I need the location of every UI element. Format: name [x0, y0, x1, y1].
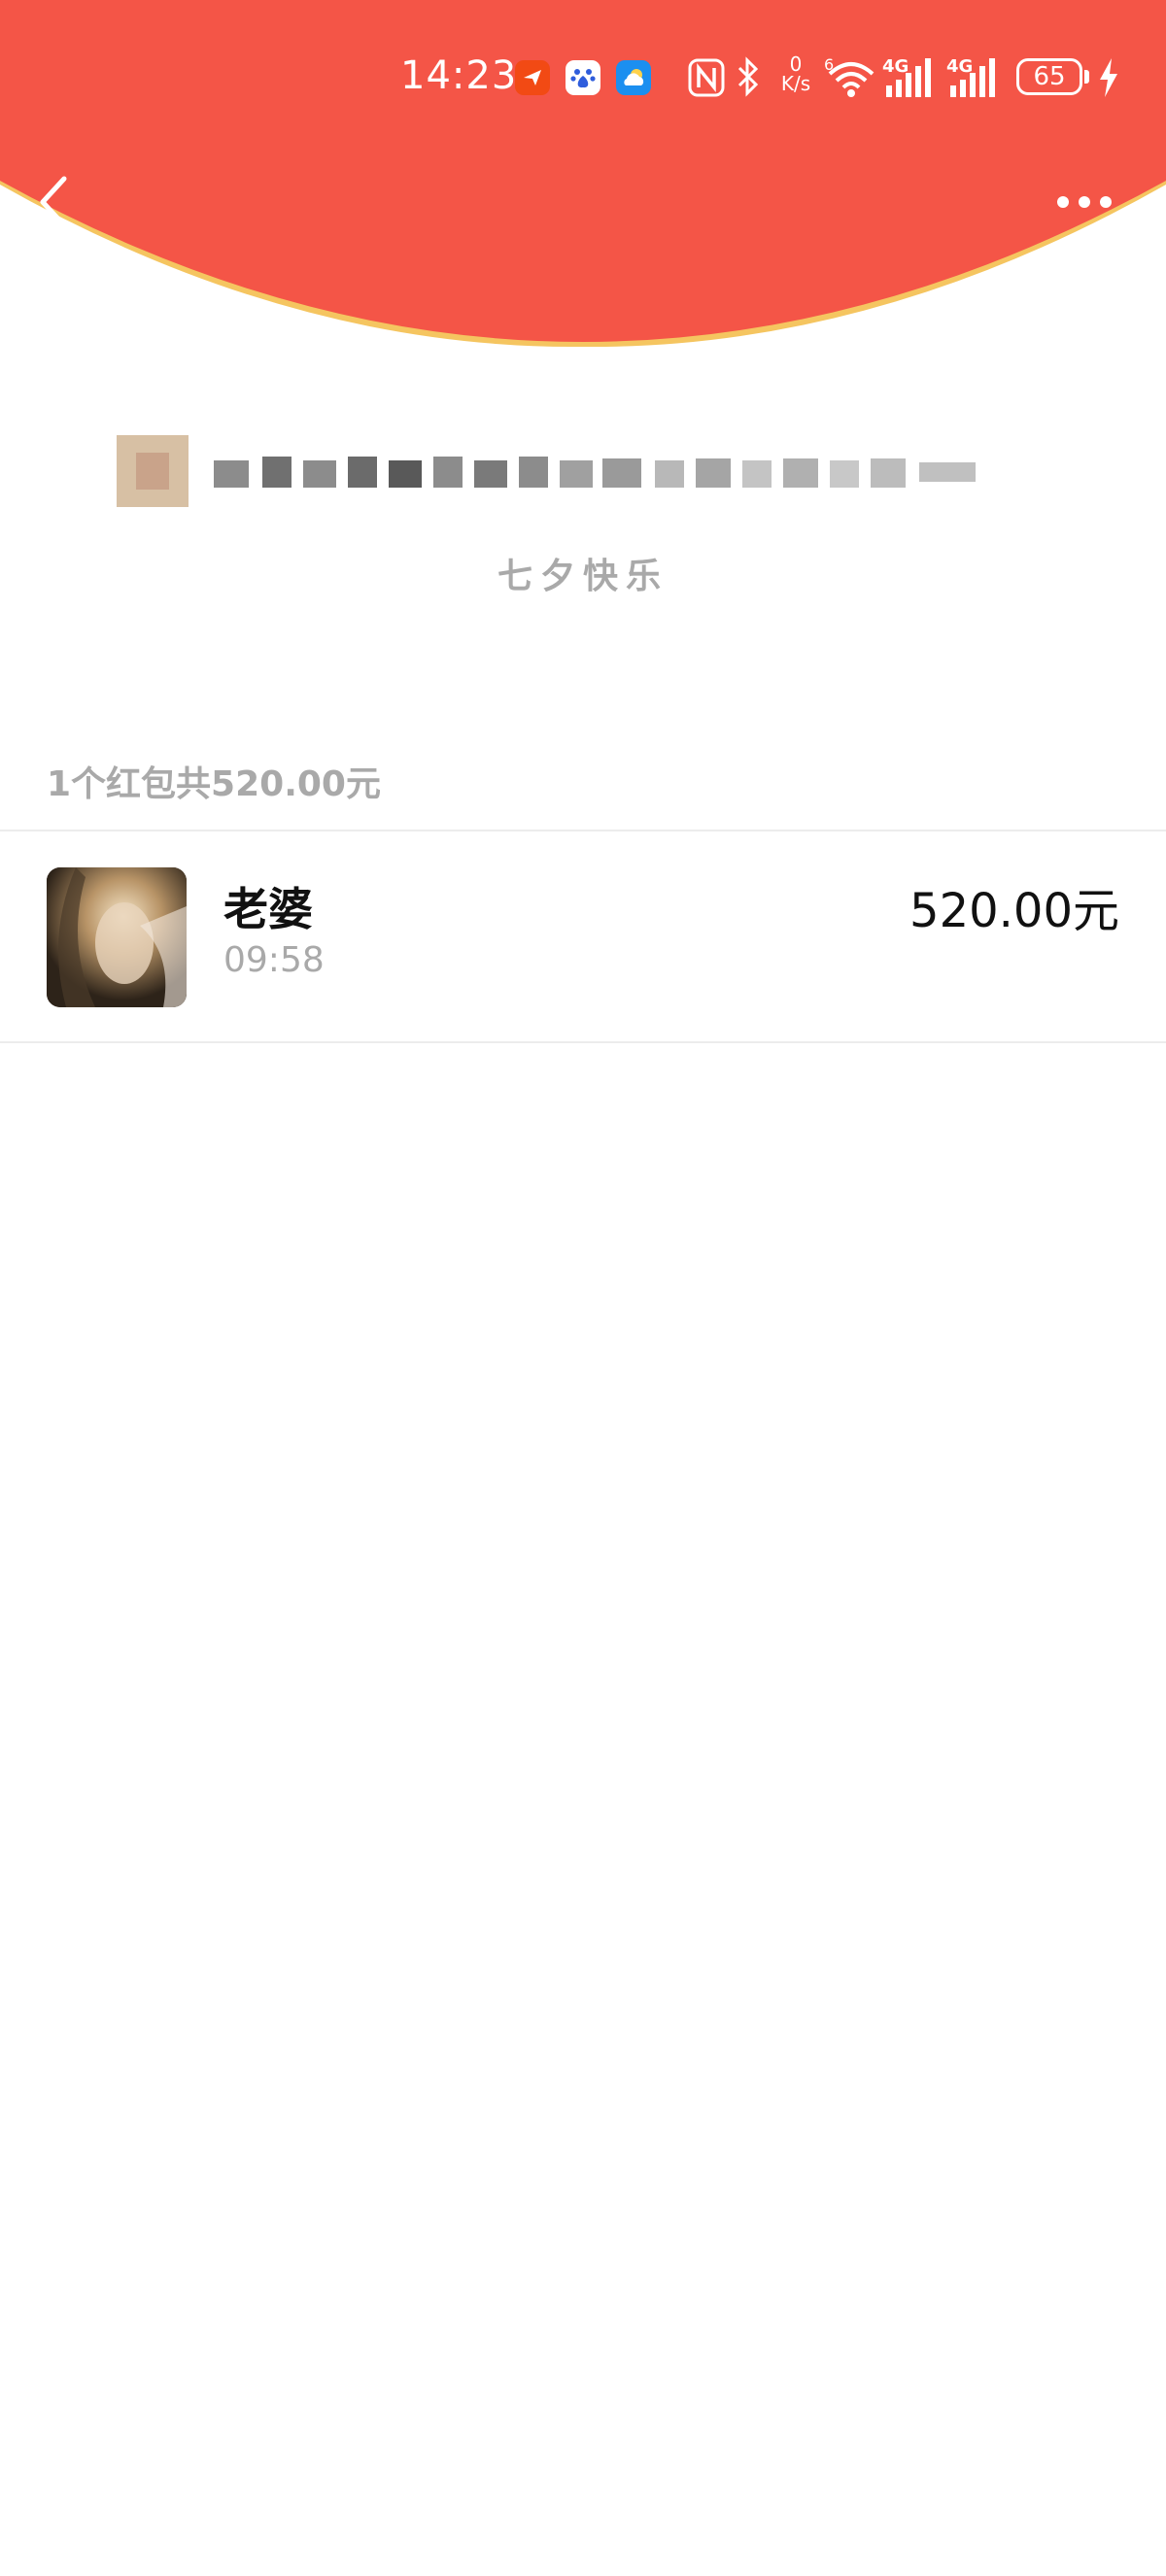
- signal-4g-2-icon: 4G: [946, 56, 995, 97]
- packet-summary: 1个红包共520.00元: [47, 764, 381, 804]
- greeting-message: 七夕快乐: [497, 557, 669, 596]
- recipient-name: 老婆: [223, 883, 313, 935]
- messenger-app-icon: [515, 60, 550, 95]
- battery-nub: [1084, 70, 1089, 84]
- network-speed: 0 K/s: [780, 52, 811, 95]
- svg-text:4G: 4G: [882, 56, 909, 77]
- more-dot-icon: [1100, 196, 1112, 208]
- battery-level: 65: [1016, 58, 1082, 95]
- charging-bolt-icon: [1100, 58, 1117, 97]
- more-options-button[interactable]: [1053, 192, 1115, 212]
- nfc-icon: [688, 58, 725, 97]
- back-chevron-icon[interactable]: [35, 173, 74, 231]
- baidu-app-icon: [566, 60, 600, 95]
- wifi-icon: 6: [824, 55, 874, 97]
- status-bar: 14:23 0 K/s 6 4G 4G 65: [0, 51, 1166, 105]
- recipient-amount: 520.00元: [909, 884, 1119, 938]
- bluetooth-icon: [737, 56, 759, 97]
- signal-4g-1-icon: 4G: [882, 56, 931, 97]
- recipient-row[interactable]: 老婆 09:58 520.00元: [0, 831, 1166, 1041]
- sender-name-redacted: [117, 435, 976, 507]
- recipient-time: 09:58: [223, 940, 325, 980]
- weather-app-icon: [616, 60, 651, 95]
- svg-text:4G: 4G: [946, 56, 973, 77]
- avatar[interactable]: [47, 867, 187, 1007]
- more-dot-icon: [1079, 196, 1090, 208]
- status-time: 14:23: [400, 53, 518, 98]
- divider: [0, 1041, 1166, 1043]
- more-dot-icon: [1057, 196, 1069, 208]
